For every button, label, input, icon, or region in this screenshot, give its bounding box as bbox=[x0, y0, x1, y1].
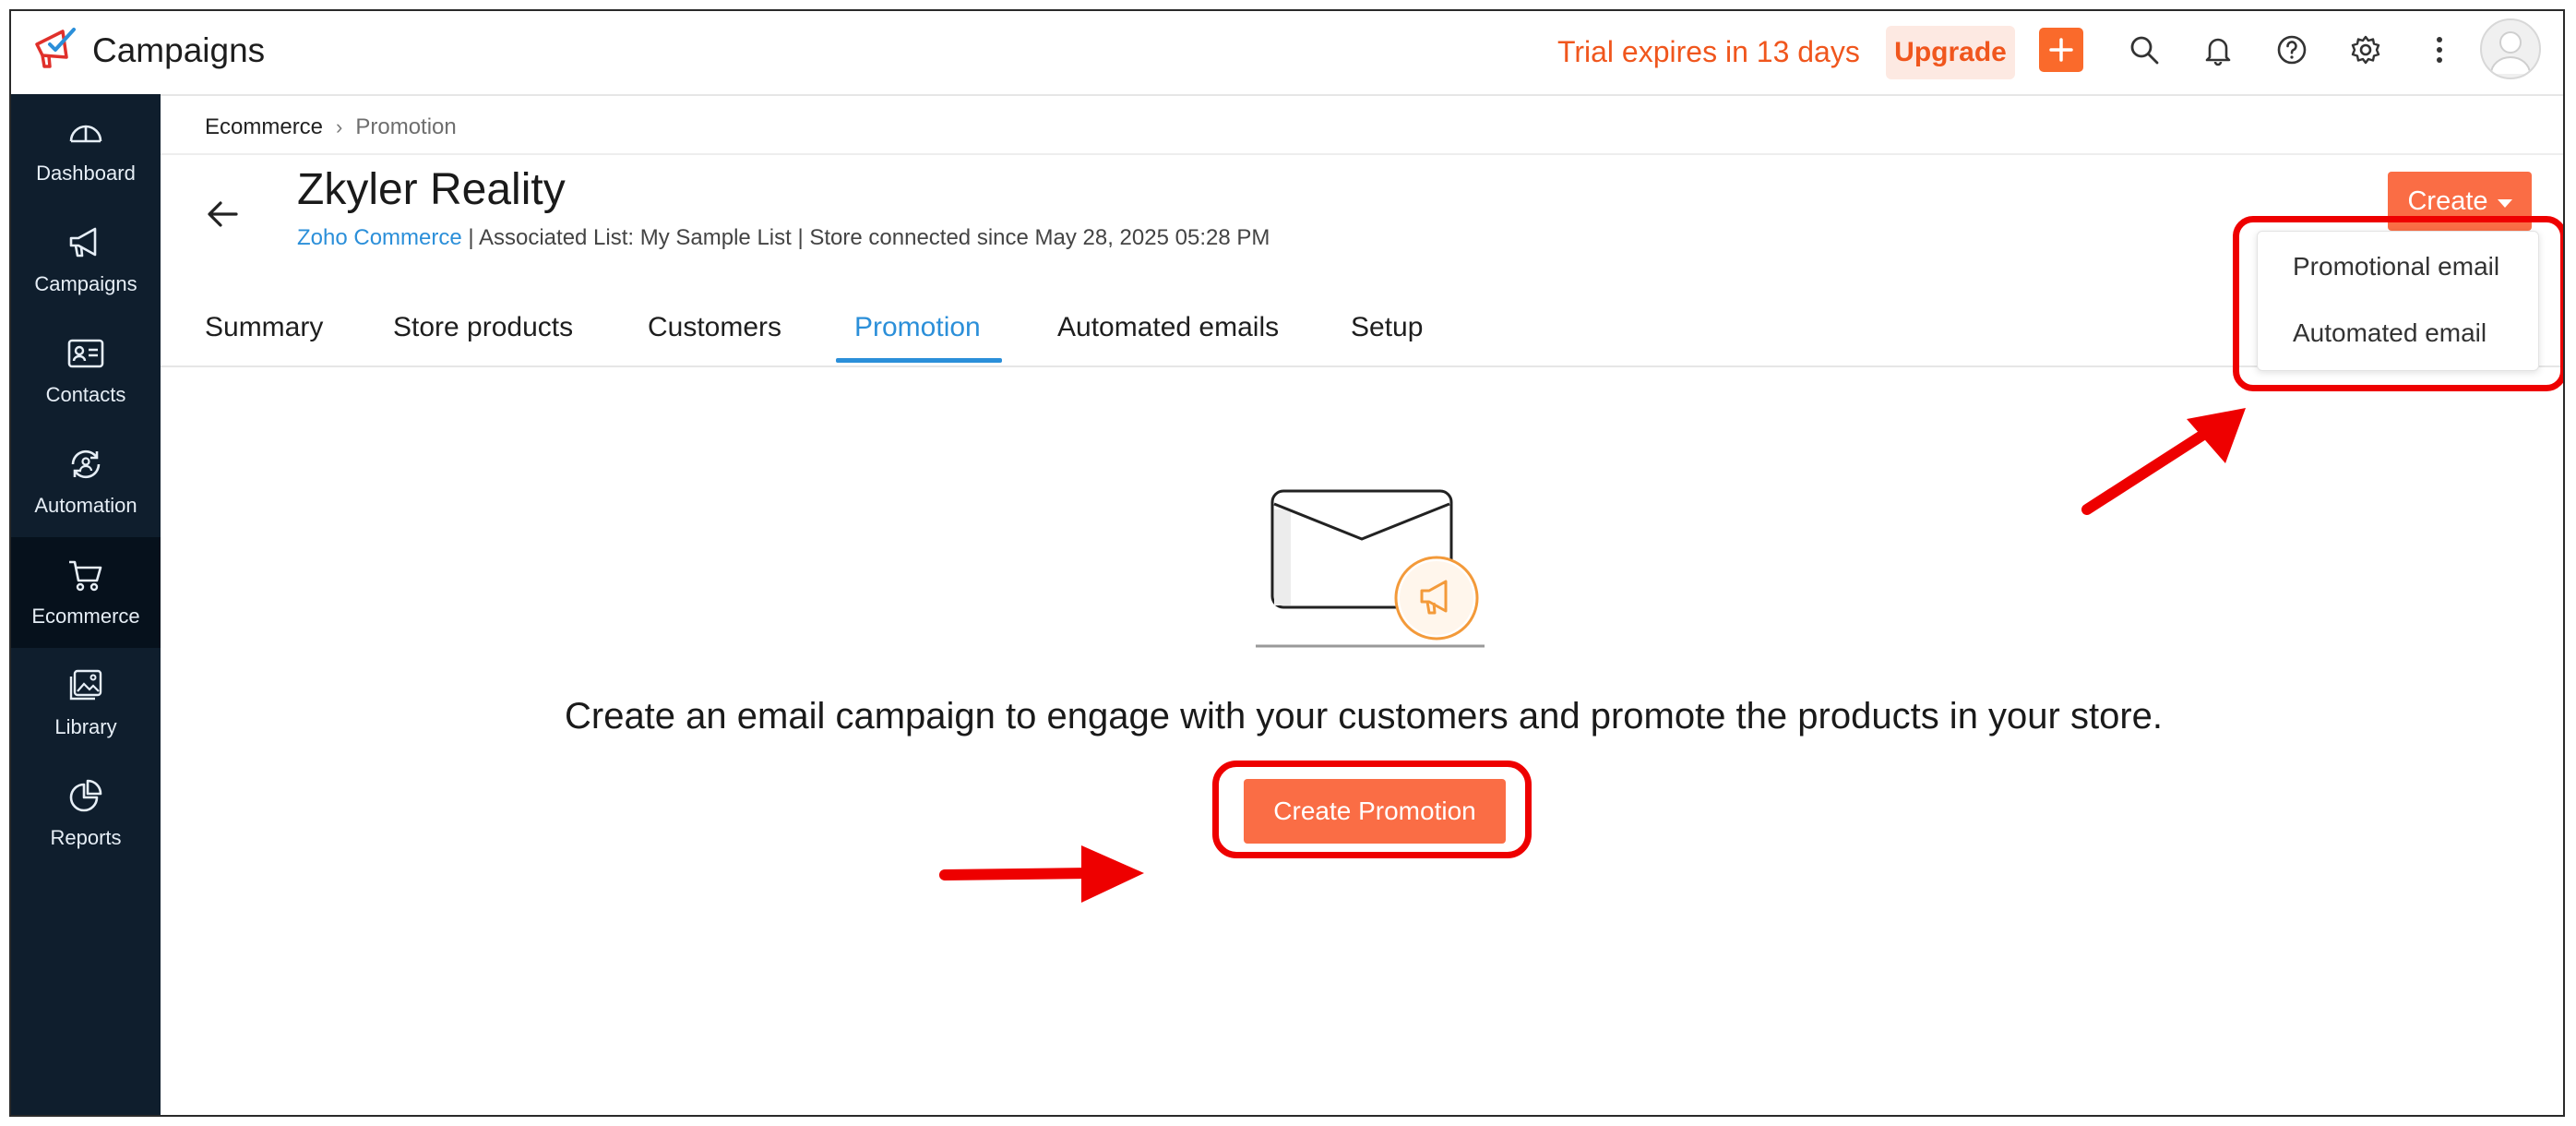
gauge-icon bbox=[69, 125, 102, 143]
sidebar-item-label: Contacts bbox=[45, 383, 126, 406]
breadcrumb-current: Promotion bbox=[355, 114, 457, 139]
tab-automated-emails[interactable]: Automated emails bbox=[1057, 312, 1279, 343]
image-library-icon bbox=[69, 669, 102, 701]
campaigns-logo-icon bbox=[31, 24, 79, 77]
sidebar: Dashboard Campaigns Contacts Automation … bbox=[11, 94, 161, 1115]
tab-setup[interactable]: Setup bbox=[1351, 312, 1423, 343]
search-icon[interactable] bbox=[2124, 30, 2165, 70]
pie-chart-icon bbox=[69, 779, 102, 812]
gear-icon[interactable] bbox=[2345, 30, 2386, 70]
quick-add-button[interactable] bbox=[2039, 28, 2083, 72]
automation-icon bbox=[71, 449, 101, 479]
sidebar-item-campaigns[interactable]: Campaigns bbox=[11, 205, 161, 316]
tab-store-products[interactable]: Store products bbox=[393, 312, 573, 343]
sidebar-item-label: Campaigns bbox=[34, 272, 137, 295]
annotation-arrow-right bbox=[939, 845, 1144, 903]
page-title: Zkyler Reality bbox=[297, 165, 566, 214]
divider bbox=[161, 153, 2563, 155]
sidebar-item-label: Reports bbox=[50, 826, 122, 849]
sidebar-item-label: Ecommerce bbox=[31, 605, 140, 628]
platform-link[interactable]: Zoho Commerce bbox=[297, 225, 462, 250]
bell-icon[interactable] bbox=[2198, 30, 2238, 70]
create-button-label: Create bbox=[2407, 186, 2488, 216]
tab-promotion[interactable]: Promotion bbox=[854, 312, 981, 343]
empty-state-message: Create an email campaign to engage with … bbox=[564, 696, 2164, 737]
sidebar-item-automation[interactable]: Automation bbox=[11, 426, 161, 537]
trial-notice: Trial expires in 13 days bbox=[1557, 35, 1860, 68]
annotation-arrow-up-right bbox=[2081, 408, 2246, 515]
tab-summary[interactable]: Summary bbox=[205, 312, 323, 343]
sidebar-item-label: Library bbox=[54, 715, 117, 738]
more-vertical-icon[interactable] bbox=[2419, 30, 2460, 70]
upgrade-button[interactable]: Upgrade bbox=[1886, 26, 2015, 79]
plus-icon bbox=[2049, 38, 2073, 62]
tabs-divider bbox=[161, 365, 2563, 367]
annotation-highlight-menu bbox=[2233, 216, 2563, 391]
caret-down-icon bbox=[2497, 198, 2512, 208]
sidebar-item-label: Dashboard bbox=[36, 162, 136, 185]
top-bar: Campaigns Trial expires in 13 days Upgra… bbox=[11, 11, 2563, 96]
app-window: Campaigns Trial expires in 13 days Upgra… bbox=[9, 9, 2565, 1117]
create-promotion-button[interactable]: Create Promotion bbox=[1244, 779, 1506, 844]
sidebar-item-dashboard[interactable]: Dashboard bbox=[11, 94, 161, 205]
active-tab-indicator bbox=[836, 358, 1002, 363]
main-content: Ecommerce › Promotion Zkyler Reality Zoh… bbox=[161, 94, 2563, 1115]
back-arrow-icon[interactable] bbox=[205, 198, 242, 235]
sidebar-item-library[interactable]: Library bbox=[11, 648, 161, 759]
tab-customers[interactable]: Customers bbox=[648, 312, 781, 343]
megaphone-icon bbox=[69, 227, 97, 258]
brand[interactable]: Campaigns bbox=[31, 24, 265, 77]
sidebar-item-reports[interactable]: Reports bbox=[11, 759, 161, 869]
sidebar-item-ecommerce[interactable]: Ecommerce bbox=[11, 537, 161, 648]
envelope-megaphone-illustration bbox=[1256, 489, 1485, 648]
store-meta: Zoho Commerce | Associated List: My Samp… bbox=[297, 225, 1270, 251]
breadcrumb: Ecommerce › Promotion bbox=[205, 114, 457, 140]
breadcrumb-ecommerce-link[interactable]: Ecommerce bbox=[205, 114, 323, 140]
chevron-right-icon: › bbox=[336, 115, 343, 138]
avatar[interactable] bbox=[2480, 18, 2541, 79]
sidebar-item-label: Automation bbox=[34, 494, 137, 517]
app-title: Campaigns bbox=[92, 30, 266, 69]
associated-list-text: | Associated List: My Sample List bbox=[468, 225, 792, 250]
help-icon[interactable] bbox=[2272, 30, 2312, 70]
sidebar-item-contacts[interactable]: Contacts bbox=[11, 316, 161, 426]
store-connected-text: | Store connected since May 28, 2025 05:… bbox=[797, 225, 1270, 250]
cart-icon bbox=[69, 560, 102, 592]
contact-card-icon bbox=[67, 339, 104, 368]
